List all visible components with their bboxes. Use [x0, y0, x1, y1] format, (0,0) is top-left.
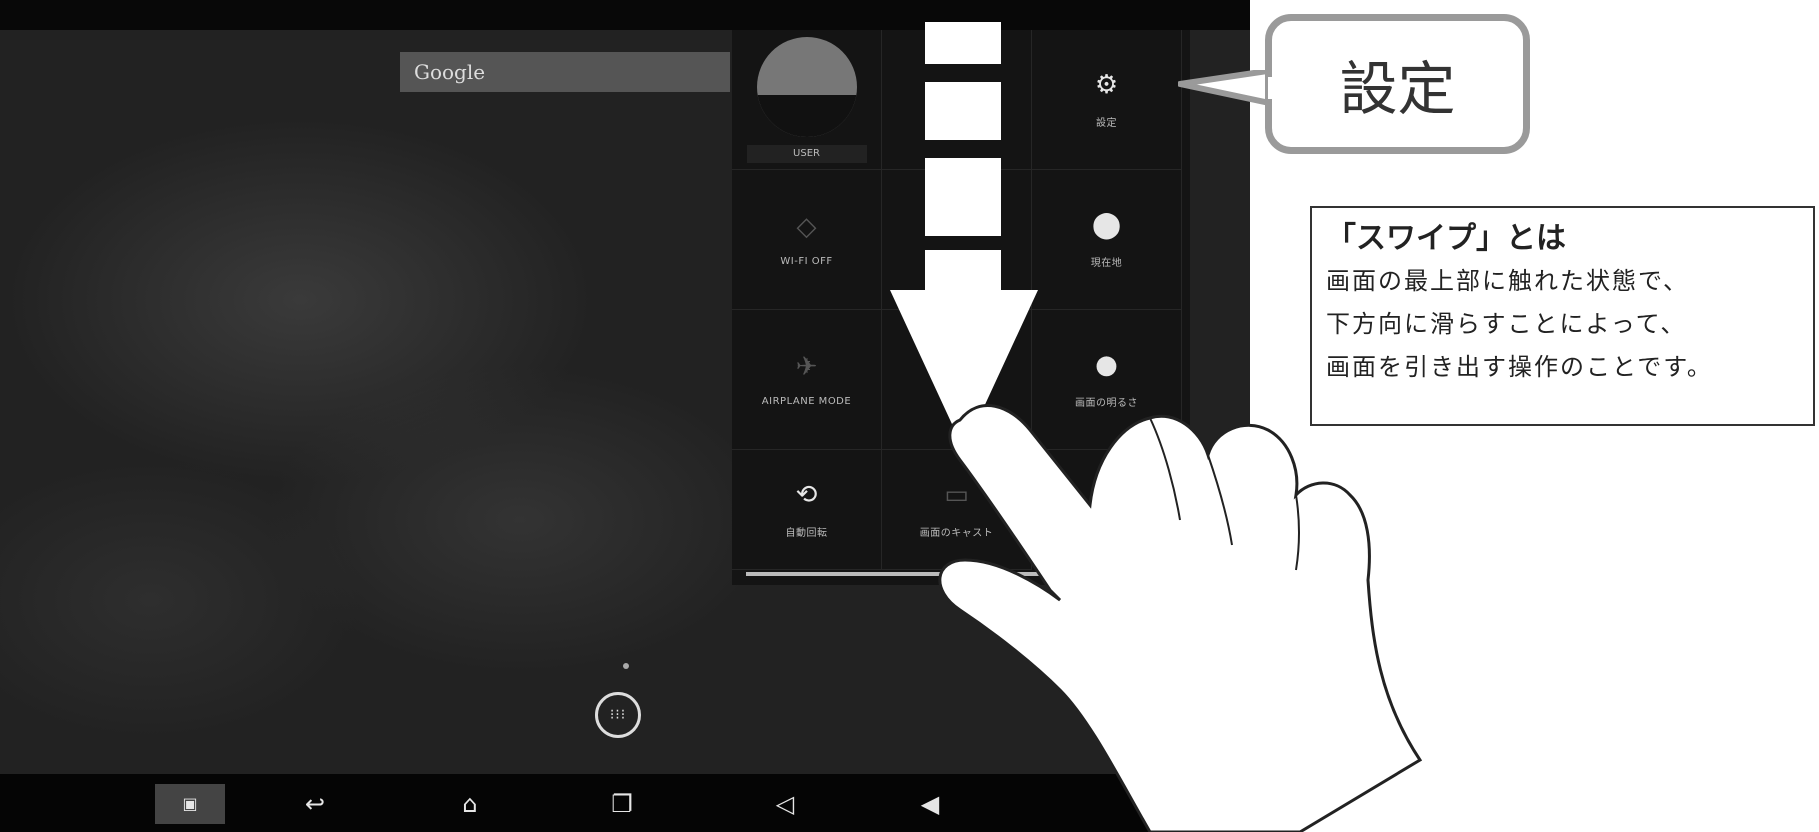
swipe-line: 画面を引き出す操作のことです。	[1326, 353, 1713, 381]
swipe-explanation-box: 「スワイプ」とは 画面の最上部に触れた状態で、 下方向に滑らすことによって、 画…	[1310, 206, 1815, 426]
swipe-title: 「スワイプ」とは	[1326, 221, 1566, 256]
swipe-line: 下方向に滑らすことによって、	[1326, 310, 1687, 338]
swipe-line: 画面の最上部に触れた状態で、	[1326, 267, 1690, 295]
